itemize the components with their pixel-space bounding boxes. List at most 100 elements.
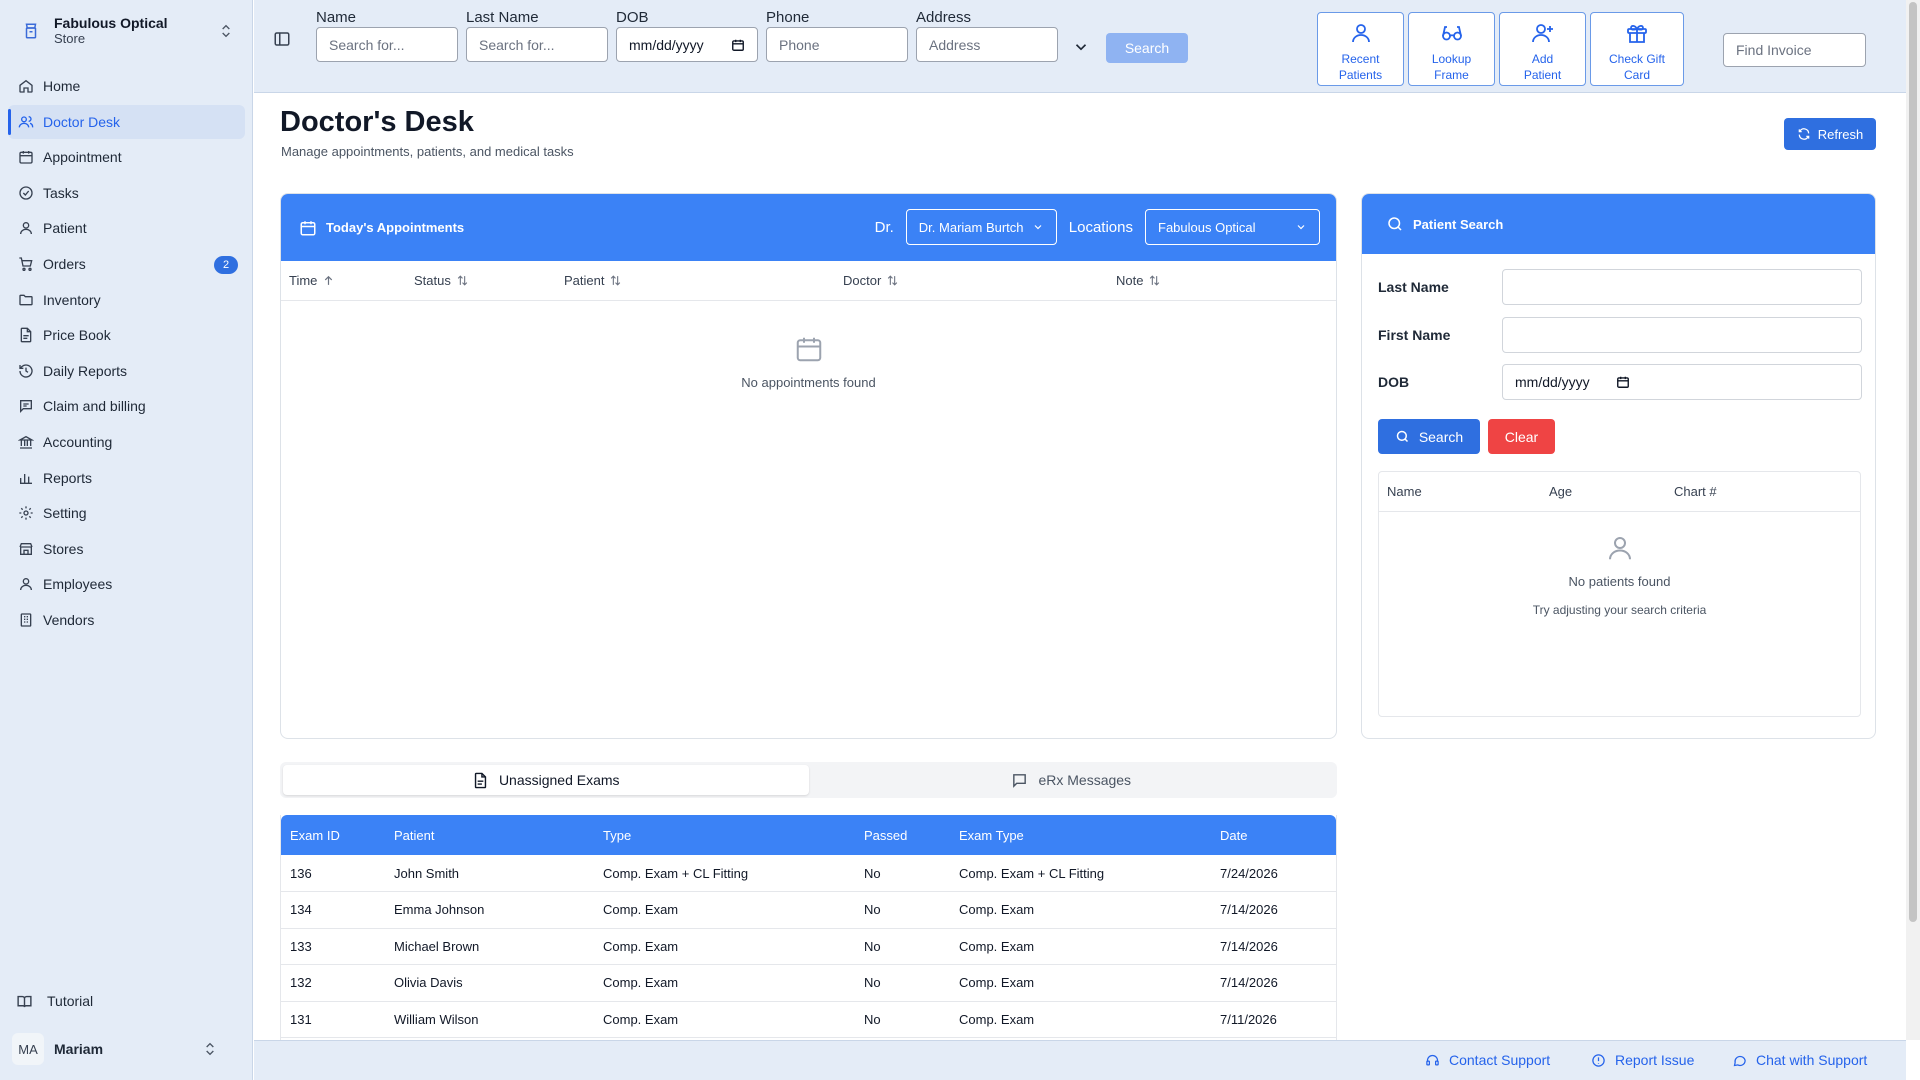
bank-icon (18, 434, 34, 450)
user-menu[interactable]: MA Mariam (12, 1032, 242, 1066)
date-cell: 7/14/2026 (1211, 964, 1336, 1002)
patient-search-card: Patient Search Last Name First Name DOB … (1361, 193, 1876, 739)
chevron-down-icon (1032, 221, 1044, 233)
sidebar-item-accounting[interactable]: Accounting (8, 425, 245, 459)
avatar: MA (12, 1033, 44, 1065)
tutorial-link[interactable]: Tutorial (16, 988, 93, 1014)
table-row[interactable]: 131 William Wilson Comp. Exam No Comp. E… (281, 1001, 1336, 1038)
last-name-search-input[interactable] (466, 27, 608, 62)
recent-patients-button[interactable]: Recent Patients (1317, 12, 1404, 86)
sidebar-item-orders[interactable]: Orders 2 (8, 247, 245, 281)
last-name-row: Last Name (1378, 269, 1862, 305)
sidebar-item-patient[interactable]: Patient (8, 211, 245, 245)
page-scrollbar[interactable] (1906, 0, 1920, 1040)
sidebar-item-price-book[interactable]: Price Book (8, 318, 245, 352)
appointments-empty-state: No appointments found (281, 333, 1336, 390)
column-doctor[interactable]: Doctor (835, 273, 1108, 288)
tutorial-label: Tutorial (47, 993, 94, 1009)
scrollbar-thumb[interactable] (1909, 2, 1917, 922)
folder-icon (18, 292, 34, 308)
patient-dob-input[interactable]: mm/dd/yyyy (1502, 364, 1862, 400)
chevron-down-icon[interactable] (1072, 38, 1090, 56)
last-name-label: Last Name (1378, 279, 1449, 295)
search-button[interactable]: Search (1106, 33, 1188, 63)
passed-cell: No (855, 1001, 950, 1038)
sidebar-item-employees[interactable]: Employees (8, 567, 245, 601)
sidebar-item-claim-and-billing[interactable]: Claim and billing (8, 389, 245, 423)
column-time[interactable]: Time (281, 273, 406, 288)
users-icon (18, 114, 34, 130)
sort-icon (609, 274, 622, 287)
exam-type-cell: Comp. Exam (950, 928, 1211, 965)
patients-empty-state: No patients found Try adjusting your sea… (1379, 532, 1860, 617)
table-row[interactable]: 134 Emma Johnson Comp. Exam No Comp. Exa… (281, 891, 1336, 929)
address-search-input[interactable] (916, 27, 1058, 62)
sidebar-item-setting[interactable]: Setting (8, 496, 245, 530)
table-row[interactable]: 133 Michael Brown Comp. Exam No Comp. Ex… (281, 928, 1336, 965)
patient-last-name-input[interactable] (1502, 269, 1862, 305)
location-select[interactable]: Fabulous Optical (1145, 209, 1320, 245)
table-row[interactable]: 132 Olivia Davis Comp. Exam No Comp. Exa… (281, 964, 1336, 1002)
patient-search-button[interactable]: Search (1378, 419, 1480, 454)
sidebar-item-label: Daily Reports (43, 362, 128, 379)
table-row[interactable]: 136 John Smith Comp. Exam + CL Fitting N… (281, 855, 1336, 892)
date-cell: 7/14/2026 (1211, 891, 1336, 929)
doctor-select[interactable]: Dr. Mariam Burtch (905, 209, 1057, 245)
dob-label: DOB (616, 9, 649, 26)
check-gift-card-button[interactable]: Check Gift Card (1590, 12, 1684, 86)
sidebar-item-doctor-desk[interactable]: Doctor Desk (8, 104, 245, 139)
report-issue-link[interactable]: Report Issue (1591, 1052, 1694, 1068)
check-gift-card-label: Check Gift Card (1608, 52, 1665, 82)
column-exam-type: Exam Type (950, 815, 1211, 855)
column-name: Name (1387, 484, 1422, 499)
find-invoice-input[interactable] (1723, 33, 1866, 67)
tab-erx-messages[interactable]: eRx Messages (809, 765, 1335, 795)
chevrons-up-down-icon (218, 23, 234, 39)
calendar-icon[interactable] (1616, 375, 1630, 389)
add-patient-button[interactable]: Add Patient (1499, 12, 1586, 86)
book-icon (16, 993, 33, 1010)
store-switcher[interactable]: Fabulous Optical Store (10, 8, 244, 54)
calendar-icon[interactable] (731, 38, 745, 52)
patient-first-name-input[interactable] (1502, 317, 1862, 353)
refresh-button[interactable]: Refresh (1784, 118, 1876, 150)
user-icon (1349, 21, 1373, 45)
dob-date-input[interactable]: mm/dd/yyyy (616, 27, 758, 62)
lookup-frame-button[interactable]: Lookup Frame (1408, 12, 1495, 86)
name-search-input[interactable] (316, 27, 458, 62)
top-search-bar: Name Last Name DOB mm/dd/yyyy Phone Addr… (254, 0, 1906, 93)
column-status[interactable]: Status (406, 273, 556, 288)
check-circle-icon (18, 185, 34, 201)
sidebar-item-reports[interactable]: Reports (8, 461, 245, 495)
sidebar-item-daily-reports[interactable]: Daily Reports (8, 354, 245, 388)
chat-support-link[interactable]: Chat with Support (1732, 1052, 1867, 1068)
search-hint-text: Try adjusting your search criteria (1532, 603, 1707, 617)
sidebar-item-stores[interactable]: Stores (8, 532, 245, 566)
patient-results-header: Name Age Chart # (1379, 472, 1860, 512)
patient-cell: Emma Johnson (385, 891, 594, 929)
sidebar-toggle-icon[interactable] (270, 27, 294, 51)
sidebar-item-home[interactable]: Home (8, 69, 245, 103)
exam-id-cell: 132 (281, 964, 385, 1002)
column-note[interactable]: Note (1108, 273, 1308, 288)
contact-support-link[interactable]: Contact Support (1425, 1052, 1550, 1068)
column-patient[interactable]: Patient (556, 273, 835, 288)
sidebar-item-vendors[interactable]: Vendors (8, 603, 245, 637)
type-cell: Comp. Exam (594, 964, 855, 1002)
patient-dob-value: mm/dd/yyyy (1515, 374, 1590, 390)
recent-patients-label: Recent Patients (1338, 52, 1383, 82)
tab-unassigned-exams[interactable]: Unassigned Exams (283, 765, 809, 795)
user-plus-icon (1531, 21, 1555, 45)
passed-cell: No (855, 928, 950, 965)
patient-search-label: Search (1418, 428, 1464, 445)
patient-cell: John Smith (385, 855, 594, 892)
patient-clear-button[interactable]: Clear (1488, 419, 1555, 454)
store-icon (18, 541, 34, 557)
dob-row: DOB mm/dd/yyyy (1378, 364, 1862, 400)
phone-search-input[interactable] (766, 27, 908, 62)
user-icon (18, 576, 34, 592)
sidebar-item-appointment[interactable]: Appointment (8, 140, 245, 174)
todays-appointments-card: Today's Appointments Dr. Dr. Mariam Burt… (280, 193, 1337, 739)
sidebar-item-inventory[interactable]: Inventory (8, 283, 245, 317)
sidebar-item-tasks[interactable]: Tasks (8, 176, 245, 210)
